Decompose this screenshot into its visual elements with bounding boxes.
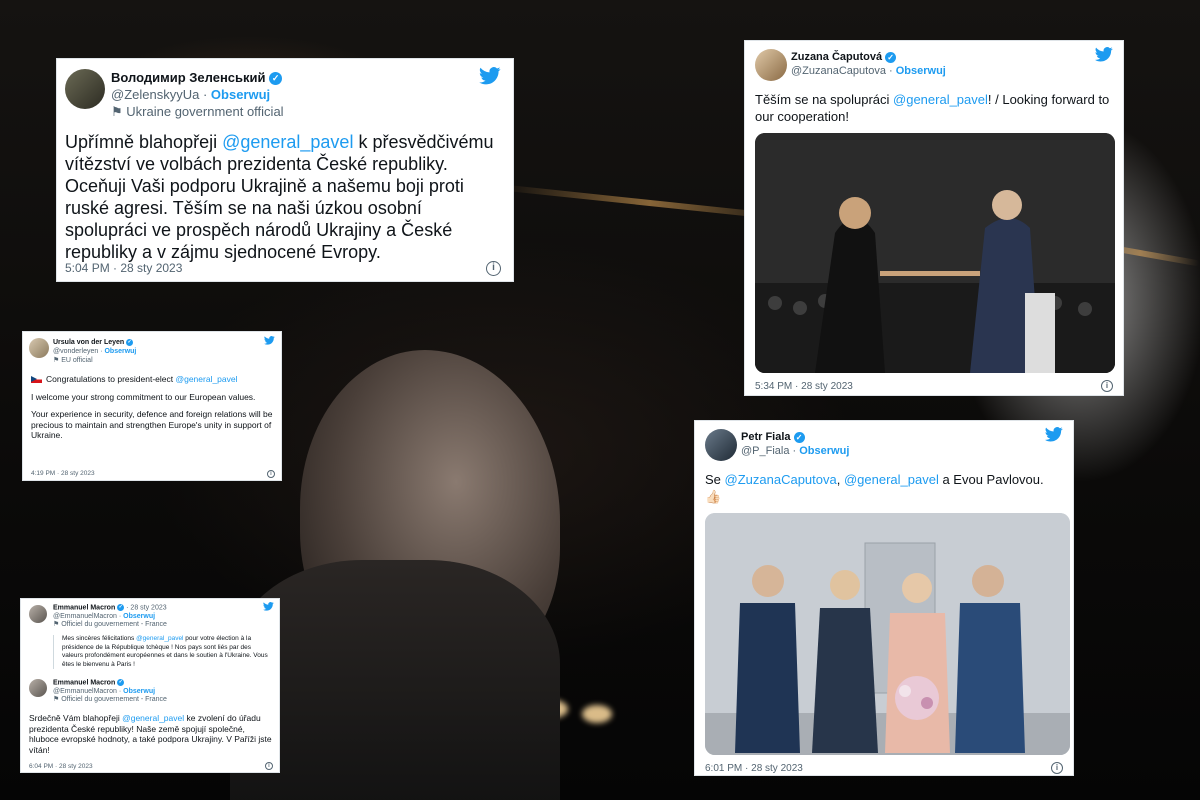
author-handle[interactable]: @EmmanuelMacron xyxy=(53,613,117,620)
tweet-fiala[interactable]: Petr Fiala ✓ @P_Fiala · Obserwuj Se @Zuz… xyxy=(694,420,1074,776)
tweet-text: Těším se na spolupráci @general_pavel! /… xyxy=(755,92,1110,124)
verified-badge-icon: ✓ xyxy=(117,679,125,686)
author-handle[interactable]: @vonderleyen xyxy=(53,348,98,355)
tweet-zelensky[interactable]: Володимир Зеленський ✓ @ZelenskyyUa · Ob… xyxy=(56,58,514,282)
info-icon[interactable]: i xyxy=(486,261,501,276)
czech-flag-icon xyxy=(31,376,42,384)
flag-icon: ⚑ xyxy=(53,696,62,704)
tweet-header: Ursula von der Leyen ✓ @vonderleyen · Ob… xyxy=(53,338,137,364)
verified-badge-icon: ✓ xyxy=(126,338,134,346)
avatar[interactable] xyxy=(705,429,737,461)
tweet-text: Upřímně blahopřeji @general_pavel k přes… xyxy=(65,132,494,262)
tweet-vonderleyen[interactable]: Ursula von der Leyen ✓ @vonderleyen · Ob… xyxy=(22,331,282,481)
thread-tweet-text: Mes sincères félicitations @general_pave… xyxy=(53,635,273,669)
mention-link[interactable]: @general_pavel xyxy=(122,713,184,723)
mention-link[interactable]: @general_pavel xyxy=(844,472,939,487)
author-name[interactable]: Petr Fiala xyxy=(741,431,791,443)
thread-tweet-header: Emmanuel Macron ✓ · 28 sty 2023 @Emmanue… xyxy=(53,604,167,629)
tweet-header: Володимир Зеленський ✓ @ZelenskyyUa · Ob… xyxy=(111,70,284,119)
author-name[interactable]: Emmanuel Macron xyxy=(53,604,115,611)
author-handle[interactable]: @EmmanuelMacron xyxy=(53,688,117,695)
thumbs-up-emoji: 👍🏻 xyxy=(705,489,722,504)
twitter-bird-icon[interactable] xyxy=(479,67,501,91)
tweet-date[interactable]: · 28 sty 2023 xyxy=(126,604,166,611)
government-label: EU official xyxy=(61,357,93,364)
avatar[interactable] xyxy=(65,69,105,109)
follow-button[interactable]: Obserwuj xyxy=(799,445,849,457)
twitter-bird-icon[interactable] xyxy=(264,336,275,348)
tweet-header: Petr Fiala ✓ @P_Fiala · Obserwuj xyxy=(741,431,850,457)
avatar[interactable] xyxy=(29,605,47,623)
avatar[interactable] xyxy=(29,679,47,697)
tweet-timestamp[interactable]: 6:01 PM · 28 sty 2023 xyxy=(705,763,803,774)
government-label: Officiel du gouvernement - France xyxy=(61,696,167,704)
info-icon[interactable]: i xyxy=(265,762,273,770)
follow-button[interactable]: Obserwuj xyxy=(123,613,155,620)
mention-link[interactable]: @general_pavel xyxy=(222,132,353,152)
author-handle[interactable]: @ZelenskyyUa xyxy=(111,87,199,102)
author-name[interactable]: Zuzana Čaputová xyxy=(791,51,882,63)
info-icon[interactable]: i xyxy=(1101,380,1113,392)
mention-link[interactable]: @general_pavel xyxy=(175,374,237,384)
author-name[interactable]: Ursula von der Leyen xyxy=(53,339,124,346)
follow-button[interactable]: Obserwuj xyxy=(211,87,270,102)
flag-icon: ⚑ xyxy=(53,621,62,629)
tweet-timestamp[interactable]: 4:19 PM · 28 sty 2023 xyxy=(31,470,95,477)
info-icon[interactable]: i xyxy=(267,470,275,478)
avatar[interactable] xyxy=(29,338,49,358)
tweet-photo-group[interactable] xyxy=(705,513,1070,755)
government-label: Officiel du gouvernement - France xyxy=(61,621,167,629)
follow-button[interactable]: Obserwuj xyxy=(123,688,155,695)
author-name[interactable]: Володимир Зеленський xyxy=(111,70,266,85)
follow-button[interactable]: Obserwuj xyxy=(104,348,136,355)
twitter-bird-icon[interactable] xyxy=(263,602,274,614)
author-handle[interactable]: @P_Fiala xyxy=(741,445,789,457)
verified-badge-icon: ✓ xyxy=(793,431,805,443)
tweet-macron[interactable]: Emmanuel Macron ✓ · 28 sty 2023 @Emmanue… xyxy=(20,598,280,773)
tweet-text: Srdečně Vám blahopřeji @general_pavel ke… xyxy=(29,713,272,755)
author-name[interactable]: Emmanuel Macron xyxy=(53,679,115,686)
government-label: Ukraine government official xyxy=(126,104,284,119)
tweet-text: Congratulations to president-elect @gene… xyxy=(31,374,273,440)
mention-link[interactable]: @general_pavel xyxy=(893,92,988,107)
verified-badge-icon: ✓ xyxy=(117,604,125,611)
tweet-photo-handshake[interactable] xyxy=(755,133,1115,373)
tweet-header: Emmanuel Macron ✓ @EmmanuelMacron · Obse… xyxy=(53,679,167,704)
twitter-bird-icon[interactable] xyxy=(1045,427,1063,447)
flag-icon: ⚑ xyxy=(53,357,62,364)
tweet-timestamp[interactable]: 5:34 PM · 28 sty 2023 xyxy=(755,381,853,392)
mention-link[interactable]: @ZuzanaCaputova xyxy=(725,472,837,487)
avatar[interactable] xyxy=(755,49,787,81)
verified-badge-icon: ✓ xyxy=(885,51,897,63)
tweet-header: Zuzana Čaputová ✓ @ZuzanaCaputova · Obse… xyxy=(791,51,946,77)
tweet-timestamp[interactable]: 6:04 PM · 28 sty 2023 xyxy=(29,763,93,770)
tweet-caputova[interactable]: Zuzana Čaputová ✓ @ZuzanaCaputova · Obse… xyxy=(744,40,1124,396)
tweet-timestamp[interactable]: 5:04 PM · 28 sty 2023 xyxy=(65,261,182,275)
author-handle[interactable]: @ZuzanaCaputova xyxy=(791,65,886,77)
verified-badge-icon: ✓ xyxy=(269,72,283,86)
twitter-bird-icon[interactable] xyxy=(1095,47,1113,67)
follow-button[interactable]: Obserwuj xyxy=(896,65,946,77)
flag-icon: ⚑ xyxy=(111,104,127,119)
tweet-text: Se @ZuzanaCaputova, @general_pavel a Evo… xyxy=(705,472,1044,504)
mention-link[interactable]: @general_pavel xyxy=(136,635,183,642)
info-icon[interactable]: i xyxy=(1051,762,1063,774)
